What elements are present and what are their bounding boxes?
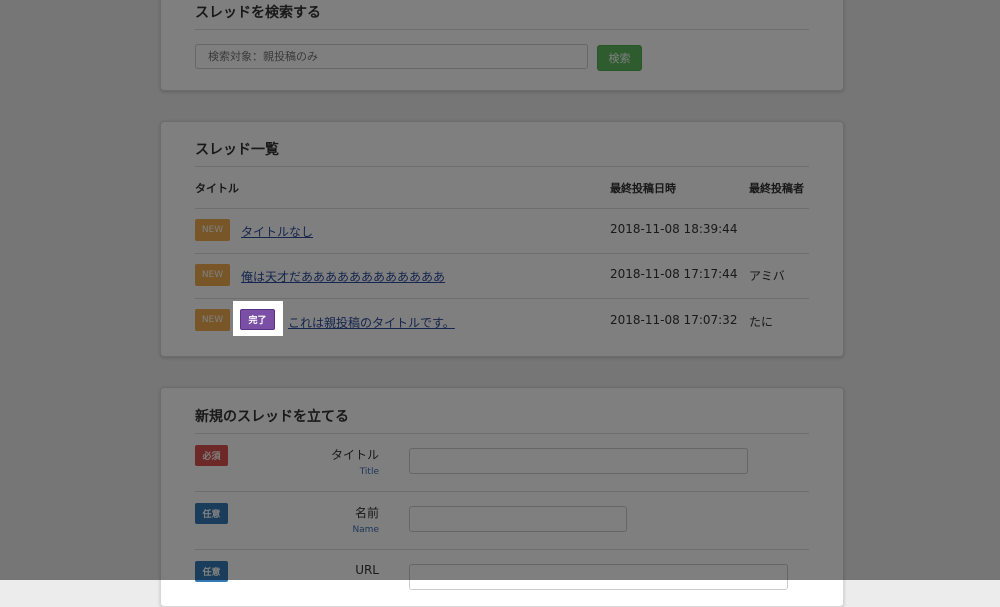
- last-post-datetime: 2018-11-08 18:39:44: [610, 222, 738, 236]
- divider: [195, 29, 809, 30]
- last-poster: アミバ: [749, 269, 785, 283]
- new-badge: NEW: [195, 264, 230, 286]
- name-input[interactable]: [409, 506, 627, 532]
- thread-title-link[interactable]: タイトルなし: [241, 223, 313, 240]
- required-tag: 必須: [195, 445, 228, 466]
- divider: [195, 298, 809, 299]
- divider: [195, 549, 809, 550]
- name-field-label: 名前: [354, 506, 379, 520]
- column-header-last-post-time: 最終投稿日時: [610, 182, 676, 195]
- thread-list-title: スレッド一覧: [195, 142, 279, 158]
- last-poster: たに: [749, 315, 774, 329]
- new-badge: NEW: [195, 219, 230, 241]
- title-input[interactable]: [409, 448, 748, 474]
- column-header-title: タイトル: [195, 182, 239, 195]
- column-header-last-poster: 最終投稿者: [749, 182, 804, 195]
- divider: [195, 433, 809, 434]
- search-panel-title: スレッドを検索する: [195, 5, 321, 21]
- url-field-label: URL: [355, 563, 379, 577]
- title-field-sublabel: Title: [359, 467, 379, 477]
- search-button[interactable]: 検索: [597, 45, 642, 71]
- done-status-badge[interactable]: 完了: [240, 309, 275, 330]
- optional-tag: 任意: [195, 503, 228, 524]
- search-input[interactable]: [195, 44, 588, 69]
- new-thread-panel: 新規のスレッドを立てる 必須 タイトル Title 任意 名前 Name 任意 …: [160, 387, 844, 607]
- url-input[interactable]: [409, 564, 788, 590]
- last-post-datetime: 2018-11-08 17:17:44: [610, 267, 738, 281]
- thread-title-link[interactable]: 俺は天才だああああああああああああ: [241, 268, 445, 285]
- divider: [195, 208, 809, 209]
- search-panel: スレッドを検索する 検索: [160, 0, 844, 91]
- divider: [195, 491, 809, 492]
- name-field-sublabel: Name: [352, 525, 379, 535]
- divider: [195, 253, 809, 254]
- new-badge: NEW: [195, 309, 230, 331]
- divider: [195, 166, 809, 167]
- thread-title-link[interactable]: これは親投稿のタイトルです。: [288, 314, 455, 331]
- optional-tag: 任意: [195, 561, 228, 582]
- title-field-label: タイトル: [330, 448, 379, 462]
- last-post-datetime: 2018-11-08 17:07:32: [610, 313, 738, 327]
- new-thread-title: 新規のスレッドを立てる: [195, 409, 349, 425]
